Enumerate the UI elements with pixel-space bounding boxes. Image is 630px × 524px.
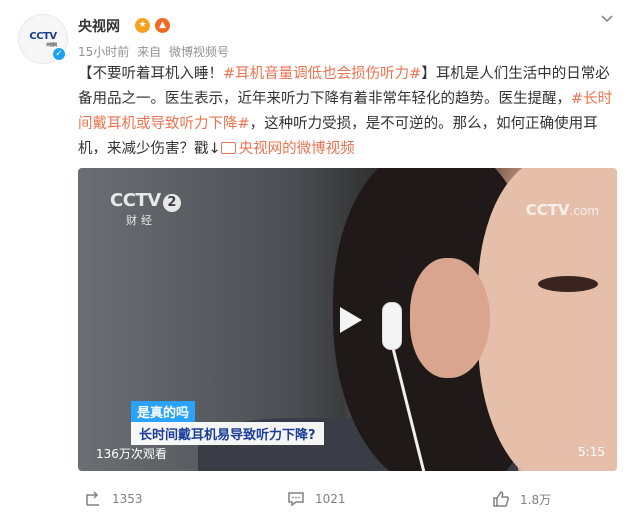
caption-tag: 是真的吗 xyxy=(131,401,196,422)
user-name[interactable]: 央视网 xyxy=(78,16,120,36)
comment-count: 1021 xyxy=(315,492,346,506)
video-frame-earbud xyxy=(382,302,402,350)
source-label: 来自 xyxy=(137,45,162,59)
like-button[interactable]: 1.8万 xyxy=(492,490,551,508)
video-link[interactable]: 央视网的微博视频 xyxy=(220,141,355,157)
channel-name: 财经 xyxy=(126,214,156,227)
video-link-icon xyxy=(220,142,236,154)
verified-badge-icon: ✓ xyxy=(52,47,66,61)
repost-count: 1353 xyxy=(112,492,143,506)
thumbs-up-icon xyxy=(493,491,509,507)
fan-badge-icon: ★ xyxy=(135,18,150,33)
comment-button[interactable]: 1021 xyxy=(287,490,346,508)
channel-logo: CCTV 2 xyxy=(110,190,181,212)
post-source[interactable]: 微博视频号 xyxy=(169,45,229,59)
video-frame-ear xyxy=(410,258,490,378)
repost-icon xyxy=(86,491,99,506)
video-duration: 5:15 xyxy=(578,445,605,459)
caption-main: 长时间戴耳机易导致听力下降? xyxy=(131,422,324,445)
video-link-text: 央视网的微博视频 xyxy=(238,141,355,157)
topic-link-1[interactable]: #耳机音量调低也会损伤听力# xyxy=(223,66,421,82)
fire-badge-icon: ▲ xyxy=(155,18,170,33)
view-count: 136万次观看 xyxy=(96,447,167,461)
repost-button[interactable]: 1353 xyxy=(84,490,143,508)
video-frame-eye xyxy=(538,276,598,292)
video-player[interactable]: CCTV 2 财经 CCTV.com 是真的吗 长时间戴耳机易导致听力下降? 13… xyxy=(78,168,617,471)
video-watermark: CCTV.com xyxy=(525,201,599,219)
action-bar: 1353 1021 1.8万 xyxy=(0,484,630,516)
post-text-lead: 【不要听着耳机入睡！ xyxy=(78,66,223,82)
post-time[interactable]: 15小时前 xyxy=(78,45,129,59)
chevron-down-icon[interactable] xyxy=(600,10,614,24)
play-button[interactable] xyxy=(331,302,367,338)
post-text: 【不要听着耳机入睡！#耳机音量调低也会损伤听力#】耳机是人们生活中的日常必备用品… xyxy=(78,62,618,162)
post-meta: 15小时前 来自 微博视频号 xyxy=(78,43,233,60)
like-count: 1.8万 xyxy=(520,492,552,507)
cctv-avatar-logo: CCTV 央视网 xyxy=(29,30,57,47)
post-text-bracket: 】 xyxy=(421,66,436,82)
comment-icon xyxy=(288,492,304,507)
